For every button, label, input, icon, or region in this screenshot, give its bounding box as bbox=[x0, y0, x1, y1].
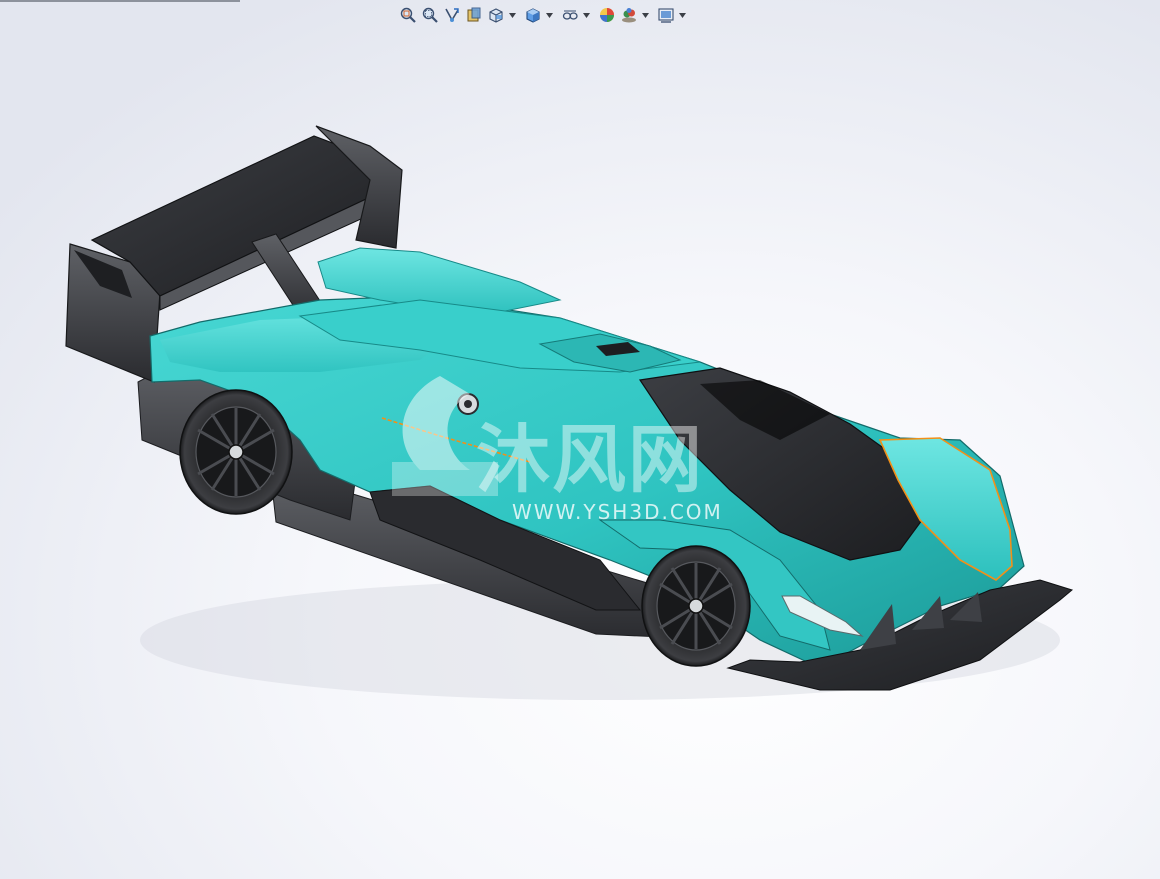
zoom-fit-icon[interactable] bbox=[398, 5, 418, 25]
hide-show-icon[interactable] bbox=[560, 5, 580, 25]
apply-scene-icon[interactable] bbox=[619, 5, 639, 25]
fuel-cap-center bbox=[464, 400, 472, 408]
heads-up-view-toolbar bbox=[398, 4, 691, 26]
zoom-area-icon[interactable] bbox=[420, 5, 440, 25]
view-orientation-icon[interactable] bbox=[486, 5, 506, 25]
display-style-dropdown-icon[interactable] bbox=[545, 5, 554, 25]
view-settings-icon[interactable] bbox=[656, 5, 676, 25]
rear-wheel bbox=[179, 389, 293, 515]
view-settings-dropdown-icon[interactable] bbox=[678, 5, 687, 25]
view-orientation-dropdown-icon[interactable] bbox=[508, 5, 517, 25]
edit-appearance-icon[interactable] bbox=[597, 5, 617, 25]
section-view-icon[interactable] bbox=[464, 5, 484, 25]
apply-scene-dropdown-icon[interactable] bbox=[641, 5, 650, 25]
graphics-area[interactable]: 沐风网 WWW.YSH3D.COM bbox=[0, 28, 1160, 879]
watermark-brand: 沐风网 bbox=[476, 417, 704, 503]
previous-view-icon[interactable] bbox=[442, 5, 462, 25]
display-style-icon[interactable] bbox=[523, 5, 543, 25]
hide-show-dropdown-icon[interactable] bbox=[582, 5, 591, 25]
front-wheel bbox=[641, 545, 751, 667]
watermark-url: WWW.YSH3D.COM bbox=[512, 500, 723, 524]
top-rule bbox=[0, 0, 240, 2]
